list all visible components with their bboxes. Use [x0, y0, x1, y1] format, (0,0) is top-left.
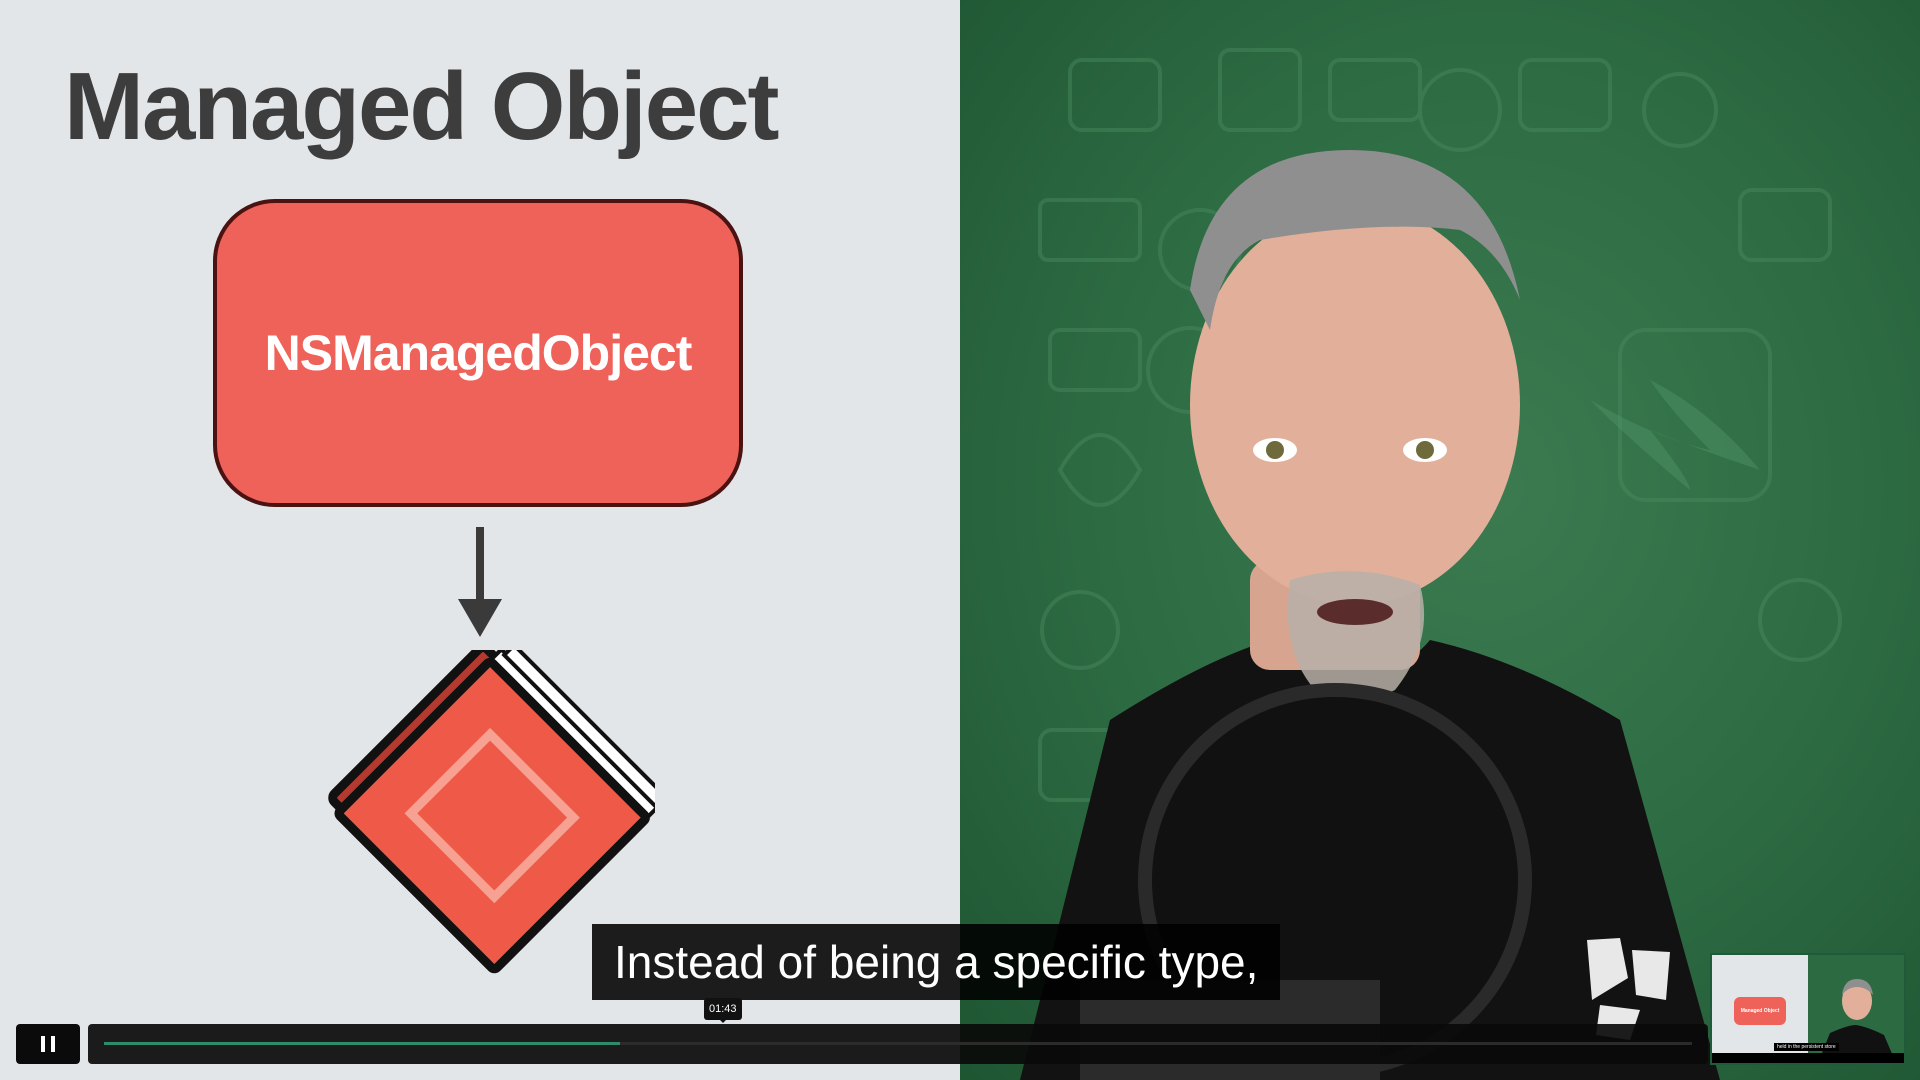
- pause-icon: [41, 1036, 55, 1052]
- time-tooltip: 01:43: [704, 998, 742, 1023]
- slide-panel: Managed Object NSManagedObject: [0, 0, 960, 1080]
- progress-fill: [104, 1042, 621, 1045]
- presenter-video-panel: [960, 0, 1920, 1080]
- progress-track[interactable]: [104, 1042, 1692, 1045]
- down-arrow-icon: [458, 527, 502, 637]
- subtitle-caption: Instead of being a specific type,: [592, 924, 1281, 1000]
- nsmanagedobject-box: NSManagedObject: [213, 199, 743, 507]
- preview-control-bar: [1712, 1053, 1904, 1063]
- video-frame[interactable]: Managed Object NSManagedObject Instead o…: [0, 0, 1920, 1080]
- pause-button[interactable]: [16, 1024, 80, 1064]
- preview-slide-label: Managed Object: [1734, 997, 1786, 1025]
- player-controls: [0, 1018, 1920, 1080]
- progress-bar[interactable]: [88, 1024, 1708, 1064]
- video-preview-thumbnail[interactable]: Managed Object held in the persistent st…: [1710, 953, 1906, 1065]
- preview-caption: held in the persistent store: [1774, 1043, 1839, 1051]
- slide-title: Managed Object: [64, 53, 779, 160]
- entity-label: NSManagedObject: [264, 325, 693, 381]
- presenter-illustration: [1020, 48, 1842, 1080]
